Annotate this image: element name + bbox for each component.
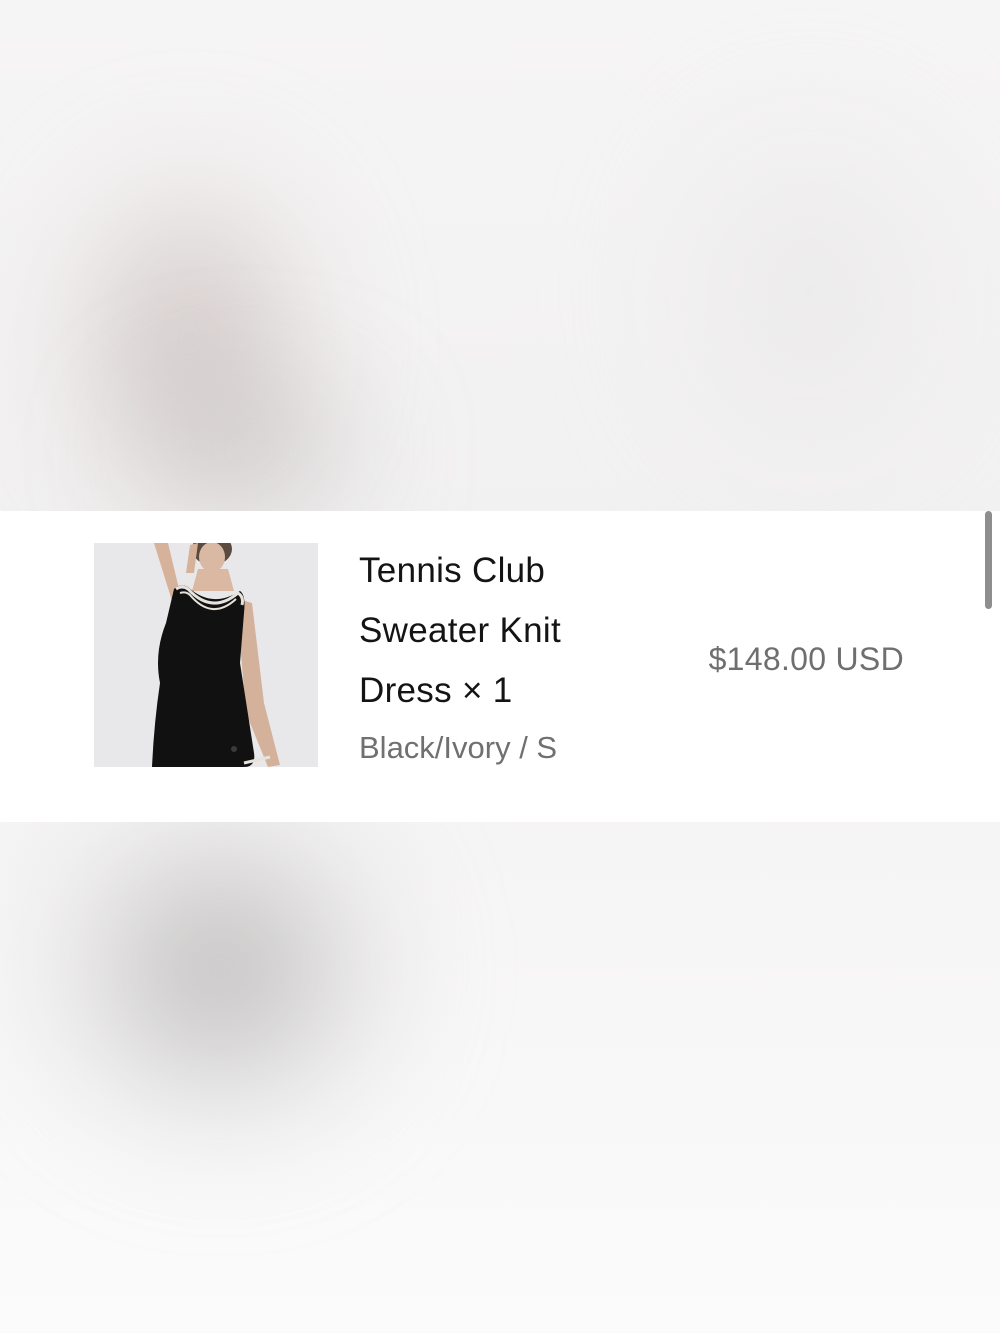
background-blur-shape — [640, 80, 980, 500]
line-item-price: $148.00 USD — [708, 641, 904, 677]
product-variant: Black/Ivory / S — [359, 730, 558, 765]
product-title[interactable]: Tennis Club Sweater Knit Dress — [359, 551, 561, 710]
product-photo-icon — [94, 543, 318, 767]
background-blur-shape — [40, 800, 400, 1140]
product-details: Tennis Club Sweater Knit Dress × 1 Black… — [359, 541, 659, 773]
product-thumbnail[interactable] — [94, 543, 318, 767]
background-blur-shape — [120, 380, 380, 520]
quantity-text: × 1 — [461, 671, 513, 710]
scrollbar-thumb[interactable] — [985, 511, 992, 609]
order-line-item[interactable]: Tennis Club Sweater Knit Dress × 1 Black… — [0, 511, 1000, 822]
product-title-line[interactable]: Tennis Club Sweater Knit Dress × 1 — [359, 541, 659, 721]
